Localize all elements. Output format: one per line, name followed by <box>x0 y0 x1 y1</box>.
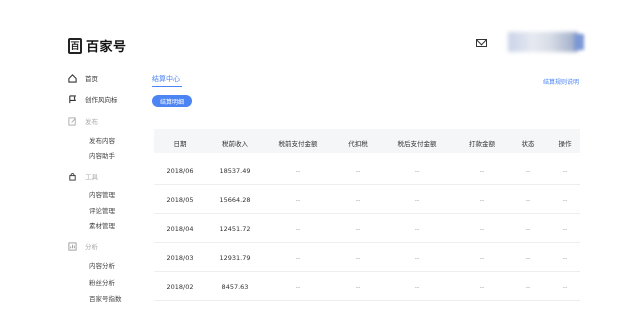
table-cell-date: 2018/04 <box>166 225 194 233</box>
sidebar-item-material-manage[interactable]: 素材管理 <box>89 220 115 230</box>
logo-text: 百家号 <box>86 40 127 55</box>
col-header-actions: 操作 <box>558 140 572 148</box>
col-header-withholding-tax: 代扣税 <box>348 140 368 148</box>
row-divider <box>154 213 580 214</box>
tab-active-underline <box>152 86 182 87</box>
table-cell: -- <box>414 225 420 233</box>
col-header-date: 日期 <box>173 140 187 148</box>
table-cell-date: 2018/05 <box>166 196 194 204</box>
sidebar-item-label: 首页 <box>85 75 98 83</box>
table-cell: -- <box>525 196 531 204</box>
col-header-pretax-payment: 税前支付金额 <box>278 140 318 148</box>
col-header-aftertax-payment: 税后支付金额 <box>397 140 437 148</box>
sidebar-item-comment-manage[interactable]: 评论管理 <box>89 205 115 215</box>
table-cell-action[interactable]: -- <box>563 254 568 262</box>
sidebar-group-analysis: 分析 <box>68 241 98 251</box>
table-cell-action[interactable]: -- <box>563 283 568 291</box>
table-cell: -- <box>295 283 301 291</box>
sidebar-group-label: 分析 <box>85 243 98 251</box>
table-cell-income: 18537.49 <box>219 167 251 175</box>
sidebar-item-content-manage[interactable]: 内容管理 <box>89 189 115 199</box>
sidebar-item-baijiahao-index[interactable]: 百家号指数 <box>89 293 122 303</box>
table-cell: -- <box>414 167 420 175</box>
sidebar-item-label: 创作风向标 <box>85 96 118 104</box>
table-cell-income: 12931.79 <box>219 254 251 262</box>
tab-settlement-center[interactable]: 结算中心 <box>152 74 180 84</box>
flag-icon <box>68 94 77 104</box>
home-icon <box>68 73 77 83</box>
sidebar-group-label: 发布 <box>85 118 98 126</box>
top-bar: 百 百家号 <box>0 0 640 80</box>
table-cell: -- <box>355 196 361 204</box>
settlement-rules-link[interactable]: 结算规则说明 <box>543 77 579 86</box>
table-cell: -- <box>525 167 531 175</box>
table-cell: -- <box>525 254 531 262</box>
row-divider <box>154 271 580 272</box>
table-cell: -- <box>525 225 531 233</box>
col-header-pretax-income: 税前收入 <box>222 140 248 148</box>
sidebar-group-publish: 发布 <box>68 116 98 126</box>
chart-icon <box>68 241 77 251</box>
sidebar-item-content-assistant[interactable]: 内容助手 <box>89 150 115 160</box>
row-divider <box>154 300 580 301</box>
table-cell-date: 2018/03 <box>166 254 194 262</box>
table-cell-income: 8457.63 <box>221 283 249 291</box>
sidebar-item-content-analysis[interactable]: 内容分析 <box>89 260 115 270</box>
table-cell: -- <box>414 283 420 291</box>
table-cell: -- <box>414 196 420 204</box>
table-cell-action[interactable]: -- <box>563 167 568 175</box>
edit-icon <box>68 116 77 126</box>
sidebar-item-creator[interactable]: 创作风向标 <box>68 94 118 104</box>
sidebar-item-home[interactable]: 首页 <box>68 73 98 83</box>
row-divider <box>154 242 580 243</box>
user-name-blurred[interactable] <box>508 32 578 52</box>
table-cell: -- <box>479 167 485 175</box>
table-cell-date: 2018/06 <box>166 167 194 175</box>
sidebar-group-tools: 工具 <box>68 171 98 181</box>
col-header-status: 状态 <box>521 140 535 148</box>
table-cell: -- <box>479 283 485 291</box>
table-cell: -- <box>355 167 361 175</box>
avatar[interactable] <box>574 34 584 50</box>
table-cell-action[interactable]: -- <box>563 196 568 204</box>
table-cell: -- <box>479 196 485 204</box>
table-cell: -- <box>355 225 361 233</box>
table-cell: -- <box>414 254 420 262</box>
table-cell-action[interactable]: -- <box>563 225 568 233</box>
logo-mark: 百 <box>68 37 82 54</box>
table-cell: -- <box>355 254 361 262</box>
table-cell: -- <box>479 225 485 233</box>
table-cell: -- <box>355 283 361 291</box>
sidebar-group-label: 工具 <box>85 173 98 181</box>
mail-icon[interactable] <box>476 39 487 47</box>
table-cell: -- <box>295 225 301 233</box>
row-divider <box>154 184 580 185</box>
logo[interactable]: 百 百家号 <box>68 36 127 55</box>
table-cell-income: 12451.72 <box>219 225 251 233</box>
settlement-detail-button[interactable]: 结算明细 <box>152 95 192 107</box>
sidebar-item-publish-content[interactable]: 发布内容 <box>89 135 115 145</box>
lock-icon <box>68 172 77 181</box>
table-cell: -- <box>295 254 301 262</box>
col-header-payout-amount: 打款金额 <box>469 140 495 148</box>
table-cell-date: 2018/02 <box>166 283 194 291</box>
table-cell: -- <box>295 196 301 204</box>
table-cell: -- <box>525 283 531 291</box>
sidebar-item-fans-analysis[interactable]: 粉丝分析 <box>89 277 115 287</box>
table-cell: -- <box>295 167 301 175</box>
table-cell: -- <box>479 254 485 262</box>
table-cell-income: 15664.28 <box>219 196 251 204</box>
